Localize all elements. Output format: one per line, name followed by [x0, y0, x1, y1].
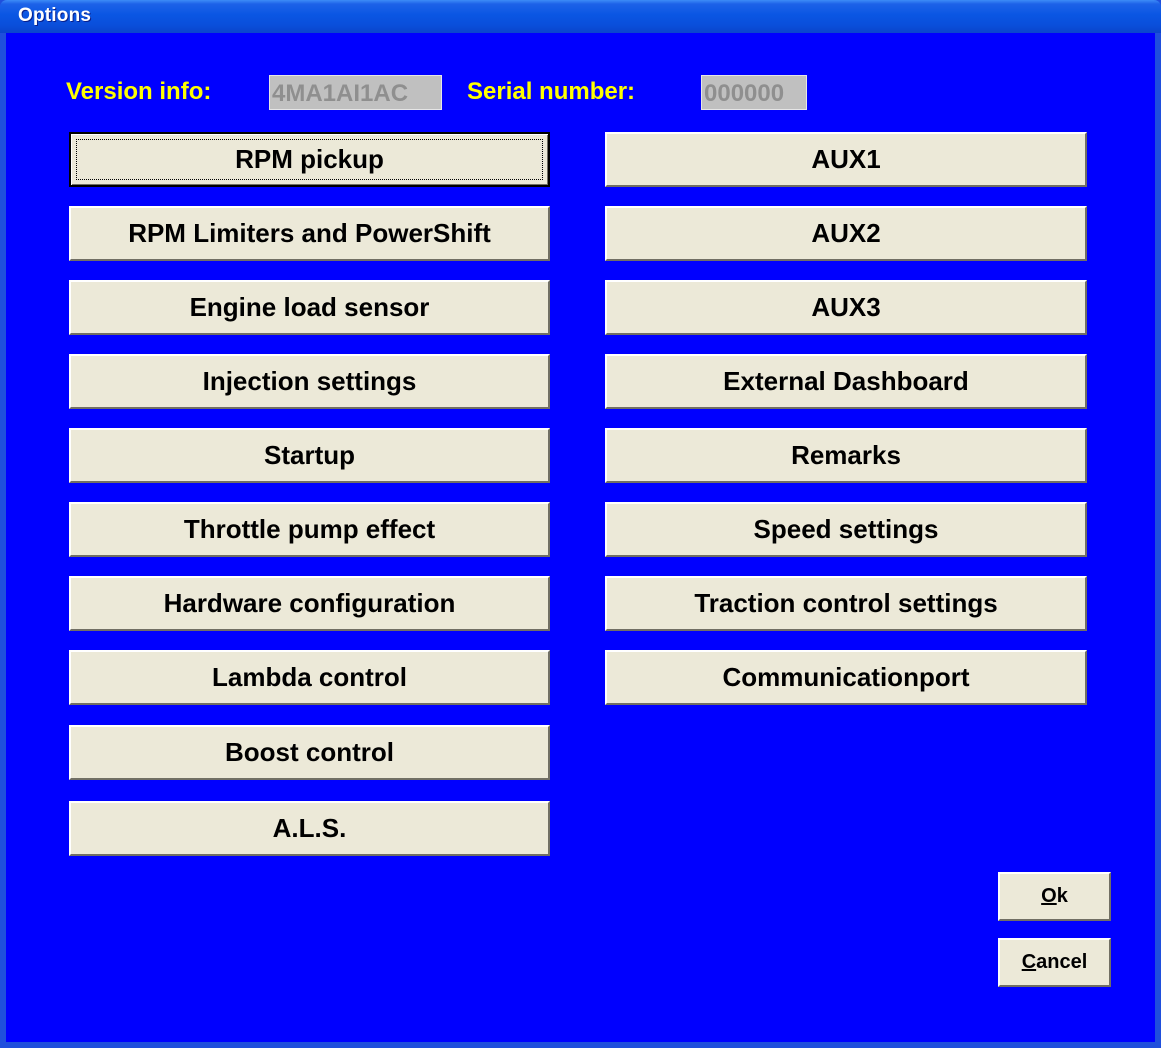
- traction-control-settings-label: Traction control settings: [694, 588, 998, 618]
- rpm-limiters-button[interactable]: RPM Limiters and PowerShift: [69, 206, 550, 261]
- version-info-value: 4MA1AI1AC: [269, 75, 442, 110]
- cancel-label-rest: ancel: [1036, 951, 1088, 973]
- speed-settings-button[interactable]: Speed settings: [605, 502, 1087, 557]
- als-button[interactable]: A.L.S.: [69, 801, 550, 856]
- traction-control-settings-button[interactable]: Traction control settings: [605, 576, 1087, 631]
- aux1-label: AUX1: [811, 144, 881, 174]
- rpm-limiters-label: RPM Limiters and PowerShift: [128, 218, 491, 248]
- speed-settings-label: Speed settings: [753, 514, 939, 544]
- ok-button[interactable]: Ok: [998, 872, 1111, 921]
- lambda-control-label: Lambda control: [211, 662, 407, 692]
- throttle-pump-effect-button[interactable]: Throttle pump effect: [69, 502, 550, 557]
- hardware-configuration-label: Hardware configuration: [163, 588, 456, 618]
- aux1-button[interactable]: AUX1: [605, 132, 1087, 187]
- options-window: Options Version info: 4MA1AI1AC Serial n…: [0, 0, 1161, 1048]
- aux3-button[interactable]: AUX3: [605, 280, 1087, 335]
- startup-label: Startup: [264, 440, 355, 470]
- ok-accelerator: O: [1041, 885, 1057, 907]
- boost-control-button[interactable]: Boost control: [69, 725, 550, 780]
- cancel-accelerator: C: [1021, 951, 1037, 973]
- cancel-button[interactable]: Cancel: [998, 938, 1111, 987]
- ok-label: Ok: [1041, 885, 1068, 908]
- remarks-button[interactable]: Remarks: [605, 428, 1087, 483]
- serial-number-value: 000000: [701, 75, 807, 110]
- rpm-pickup-button[interactable]: RPM pickup: [69, 132, 550, 187]
- aux2-button[interactable]: AUX2: [605, 206, 1087, 261]
- startup-button[interactable]: Startup: [69, 428, 550, 483]
- external-dashboard-button[interactable]: External Dashboard: [605, 354, 1087, 409]
- injection-settings-button[interactable]: Injection settings: [69, 354, 550, 409]
- engine-load-sensor-label: Engine load sensor: [189, 292, 430, 322]
- external-dashboard-label: External Dashboard: [723, 366, 969, 396]
- focus-ring: [76, 139, 543, 180]
- throttle-pump-effect-label: Throttle pump effect: [183, 514, 436, 544]
- injection-settings-label: Injection settings: [202, 366, 417, 396]
- serial-number-label: Serial number:: [467, 78, 636, 105]
- ok-label-rest: k: [1056, 885, 1068, 907]
- boost-control-label: Boost control: [225, 737, 394, 767]
- version-info-label: Version info:: [66, 78, 212, 105]
- title-bar[interactable]: Options: [0, 0, 1161, 33]
- als-label: A.L.S.: [272, 813, 347, 843]
- hardware-configuration-button[interactable]: Hardware configuration: [69, 576, 550, 631]
- lambda-control-button[interactable]: Lambda control: [69, 650, 550, 705]
- aux2-label: AUX2: [811, 218, 881, 248]
- aux3-label: AUX3: [811, 292, 881, 322]
- communicationport-button[interactable]: Communicationport: [605, 650, 1087, 705]
- communicationport-label: Communicationport: [722, 662, 970, 692]
- remarks-label: Remarks: [791, 440, 901, 470]
- cancel-label: Cancel: [1022, 951, 1088, 974]
- window-title: Options: [18, 5, 92, 26]
- engine-load-sensor-button[interactable]: Engine load sensor: [69, 280, 550, 335]
